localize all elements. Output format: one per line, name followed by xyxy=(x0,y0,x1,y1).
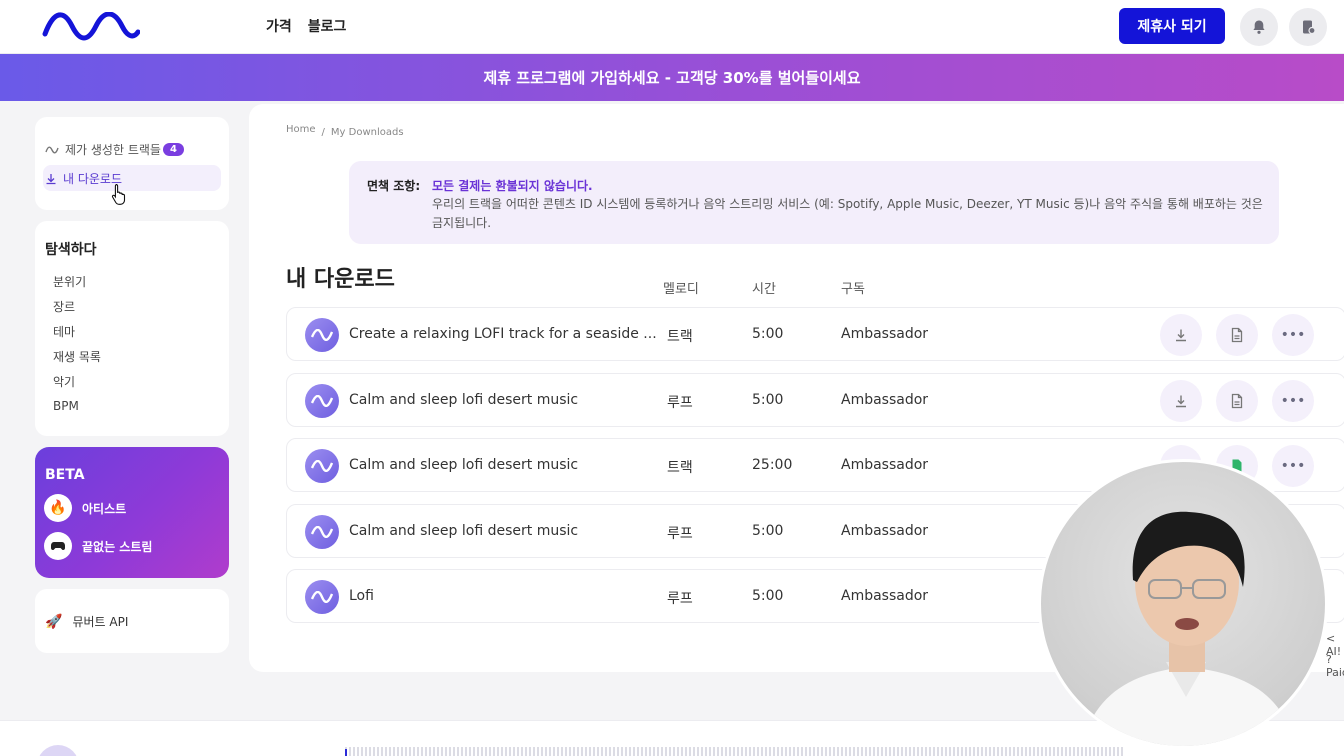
track-plan: Ambassador xyxy=(841,457,929,473)
waveform-scrubber[interactable] xyxy=(345,747,1125,756)
explore-card: 탐색하다 분위기 장르 테마 재생 목록 악기 BPM xyxy=(35,221,229,436)
account-button[interactable] xyxy=(1289,8,1327,46)
track-title[interactable]: Calm and sleep lofi desert music xyxy=(349,392,661,408)
more-icon: ••• xyxy=(1280,393,1306,409)
explore-item-bpm[interactable]: BPM xyxy=(53,399,79,413)
track-plan: Ambassador xyxy=(841,392,929,408)
more-icon: ••• xyxy=(1280,327,1306,343)
download-icon xyxy=(1176,329,1186,342)
more-options-button[interactable]: ••• xyxy=(1272,445,1314,487)
column-header-plan: 구독 xyxy=(841,282,865,297)
breadcrumb-separator: / xyxy=(321,127,325,138)
track-cover-icon xyxy=(305,318,339,352)
notifications-button[interactable] xyxy=(1240,8,1278,46)
beta-item-endless-stream[interactable]: 끝없는 스트림 xyxy=(44,532,152,560)
playhead[interactable] xyxy=(345,749,347,756)
library-card: 제가 생성한 트랙들 4 내 다운로드 xyxy=(35,117,229,210)
now-playing-cover[interactable] xyxy=(37,745,79,756)
sidebar-item-my-tracks[interactable]: 제가 생성한 트랙들 4 xyxy=(45,141,184,158)
breadcrumb-home-link[interactable]: Home xyxy=(286,124,316,138)
beta-card: BETA 🔥 아티스트 끝없는 스트림 xyxy=(35,447,229,578)
sidebar-item-api[interactable]: 🚀 뮤버트 API xyxy=(45,613,128,630)
side-peek-text: ? Paid xyxy=(1326,653,1344,679)
notice-headline: 모든 결제는 환불되지 않습니다. xyxy=(432,179,593,193)
track-title[interactable]: Calm and sleep lofi desert music xyxy=(349,523,661,539)
rocket-icon: 🚀 xyxy=(45,613,63,630)
track-title[interactable]: Calm and sleep lofi desert music xyxy=(349,457,661,473)
more-options-button[interactable]: ••• xyxy=(1272,314,1314,356)
track-cover-icon xyxy=(305,515,339,549)
track-duration: 5:00 xyxy=(752,523,784,539)
notice-body: 우리의 트랙을 어떠한 콘텐츠 ID 시스템에 등록하거나 음악 스트리밍 서비… xyxy=(432,197,1263,230)
nav-pricing-link[interactable]: 가격 xyxy=(266,16,292,36)
page-title: 내 다운로드 xyxy=(286,267,395,292)
table-row[interactable]: Calm and sleep lofi desert music 루프 5:00… xyxy=(286,373,1344,427)
track-count-badge: 4 xyxy=(162,143,184,156)
pointer-cursor-icon xyxy=(111,183,126,205)
explore-item-instruments[interactable]: 악기 xyxy=(53,373,75,390)
column-header-melody: 멜로디 xyxy=(663,282,699,297)
track-type: 루프 xyxy=(667,591,693,607)
track-cover-icon xyxy=(305,449,339,483)
license-button[interactable] xyxy=(1216,314,1258,356)
track-duration: 5:00 xyxy=(752,392,784,408)
webcam-overlay xyxy=(1038,459,1328,749)
document-icon xyxy=(1231,393,1243,409)
track-type: 루프 xyxy=(667,395,693,411)
explore-item-mood[interactable]: 분위기 xyxy=(53,273,86,290)
beta-item-label: 아티스트 xyxy=(82,501,127,516)
track-title[interactable]: Create a relaxing LOFI track for a seasi… xyxy=(349,326,661,342)
wave-icon xyxy=(45,146,59,153)
track-plan: Ambassador xyxy=(841,588,929,604)
download-icon xyxy=(46,173,56,184)
track-type: 트랙 xyxy=(667,460,693,476)
breadcrumb: Home / My Downloads xyxy=(286,124,404,138)
nav-blog-link[interactable]: 블로그 xyxy=(308,16,347,36)
table-row[interactable]: Create a relaxing LOFI track for a seasi… xyxy=(286,307,1344,361)
more-options-button[interactable]: ••• xyxy=(1272,380,1314,422)
explore-item-theme[interactable]: 테마 xyxy=(53,323,75,340)
disclaimer-notice: 면책 조항: 모든 결제는 환불되지 않습니다. 우리의 트랙을 어떠한 콘텐츠… xyxy=(349,161,1279,244)
gamepad-icon xyxy=(44,532,72,560)
download-button[interactable] xyxy=(1160,314,1202,356)
track-cover-icon xyxy=(305,580,339,614)
beta-title: BETA xyxy=(45,467,85,483)
column-header-time: 시간 xyxy=(752,282,776,297)
track-type: 루프 xyxy=(667,526,693,542)
become-affiliate-button[interactable]: 제휴사 되기 xyxy=(1119,8,1225,44)
track-duration: 5:00 xyxy=(752,326,784,342)
affiliate-promo-banner[interactable]: 제휴 프로그램에 가입하세요 - 고객당 30%를 벌어들이세요 xyxy=(0,54,1344,101)
banner-text: 제휴 프로그램에 가입하세요 - 고객당 30%를 벌어들이세요 xyxy=(483,69,861,87)
sidebar-item-label: 제가 생성한 트랙들 xyxy=(65,143,161,157)
track-title[interactable]: Lofi xyxy=(349,588,661,604)
document-icon xyxy=(1231,327,1243,343)
top-header: 가격 블로그 제휴사 되기 xyxy=(0,0,1344,54)
presenter-avatar-icon xyxy=(1082,511,1295,746)
explore-title: 탐색하다 xyxy=(45,242,97,258)
track-plan: Ambassador xyxy=(841,523,929,539)
download-icon xyxy=(1176,395,1186,408)
track-cover-icon xyxy=(305,384,339,418)
account-icon xyxy=(1303,20,1316,35)
download-button[interactable] xyxy=(1160,380,1202,422)
more-icon: ••• xyxy=(1280,458,1306,474)
beta-item-label: 끝없는 스트림 xyxy=(82,539,153,554)
explore-item-playlists[interactable]: 재생 목록 xyxy=(53,348,101,365)
track-plan: Ambassador xyxy=(841,326,929,342)
bell-icon xyxy=(1253,20,1265,34)
explore-item-genre[interactable]: 장르 xyxy=(53,298,75,315)
api-card: 🚀 뮤버트 API xyxy=(35,589,229,653)
track-type: 트랙 xyxy=(667,329,693,345)
sidebar-item-label: 뮤버트 API xyxy=(72,615,129,629)
beta-item-artists[interactable]: 🔥 아티스트 xyxy=(44,494,126,522)
track-duration: 5:00 xyxy=(752,588,784,604)
brand-logo-icon[interactable] xyxy=(42,12,140,42)
breadcrumb-current: My Downloads xyxy=(330,127,404,138)
top-nav: 가격 블로그 xyxy=(266,16,346,36)
track-duration: 25:00 xyxy=(752,457,793,473)
fire-icon: 🔥 xyxy=(44,494,72,522)
notice-label: 면책 조항: xyxy=(367,179,421,193)
license-button[interactable] xyxy=(1216,380,1258,422)
